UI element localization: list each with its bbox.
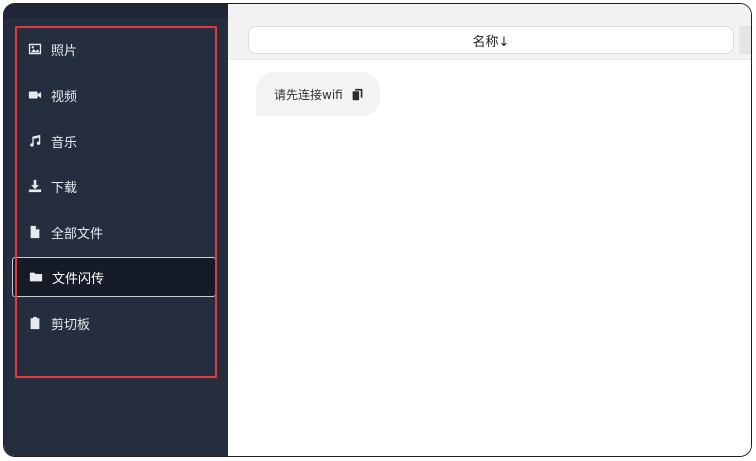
sidebar-item-label: 音乐 (51, 135, 78, 151)
video-camera-icon (28, 88, 42, 102)
toolbar: 名称↓ (228, 4, 751, 60)
sidebar-item-file-transfer[interactable]: 文件闪传 (12, 257, 216, 297)
sidebar-item-downloads[interactable]: 下载 (18, 166, 214, 206)
file-icon (28, 225, 42, 239)
sidebar-item-videos[interactable]: 视频 (18, 75, 214, 115)
download-icon (28, 179, 42, 193)
copy-icon[interactable] (351, 88, 364, 101)
toolbar-scroll-edge (739, 26, 751, 54)
sidebar-item-label: 下载 (51, 180, 78, 196)
sidebar-item-clipboard[interactable]: 剪切板 (18, 303, 214, 343)
wifi-message-bubble: 请先连接wifi (256, 72, 380, 116)
app-window: 照片 视频 音乐 下载 全部文件 文件闪传 剪切板 名称↓ 请先连接wifi (3, 3, 752, 457)
main-panel: 名称↓ 请先连接wifi (228, 4, 751, 456)
sort-by-name-button[interactable]: 名称↓ (248, 26, 734, 54)
sidebar-item-label: 全部文件 (51, 226, 104, 242)
sidebar-item-label: 文件闪传 (52, 271, 105, 287)
sidebar-item-all-files[interactable]: 全部文件 (18, 212, 214, 252)
folder-icon (29, 270, 43, 284)
sidebar-item-label: 视频 (51, 89, 78, 105)
music-note-icon (28, 134, 42, 148)
wifi-message-text: 请先连接wifi (274, 87, 343, 102)
sidebar-item-label: 照片 (51, 43, 78, 59)
sidebar-item-label: 剪切板 (51, 317, 91, 333)
sidebar-item-music[interactable]: 音乐 (18, 121, 214, 161)
image-icon (28, 42, 42, 56)
sidebar-item-photos[interactable]: 照片 (18, 29, 214, 69)
sidebar: 照片 视频 音乐 下载 全部文件 文件闪传 剪切板 (4, 4, 228, 456)
sidebar-top-bar (4, 4, 228, 18)
clipboard-icon (28, 316, 42, 330)
